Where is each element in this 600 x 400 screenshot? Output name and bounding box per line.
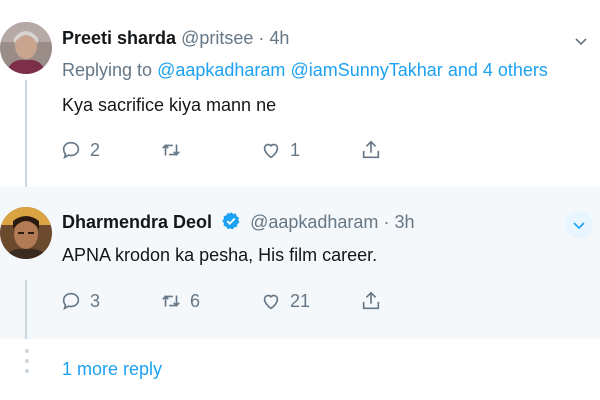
reply-count: 3 [90, 290, 101, 311]
reply-button[interactable]: 2 [60, 136, 100, 164]
thread-dots [16, 349, 38, 391]
mention-link[interactable]: @iamSunnyTakhar [290, 60, 442, 80]
tweet-header: Dharmendra Deol @aapkadharam · 3h [62, 211, 415, 233]
tweet-menu-button[interactable] [567, 27, 595, 55]
share-icon [362, 140, 380, 159]
avatar-dharmendra[interactable] [0, 207, 52, 259]
retweet-button[interactable]: 6 [160, 287, 200, 315]
share-button[interactable] [360, 136, 382, 164]
reply-icon [62, 141, 80, 159]
more-replies-row[interactable]: 1 more reply [0, 339, 600, 400]
thread-line [25, 80, 27, 187]
author-name[interactable]: Preeti sharda [62, 28, 176, 48]
thread-line [25, 280, 27, 339]
chevron-down-icon [573, 222, 585, 230]
mention-link[interactable]: @aapkadharam [157, 60, 285, 80]
author-handle[interactable]: @aapkadharam [250, 212, 378, 232]
retweet-button[interactable] [160, 136, 190, 164]
tweet-dharmendra[interactable]: Dharmendra Deol @aapkadharam · 3h APNA k… [0, 187, 600, 339]
reply-icon [62, 292, 80, 310]
tweet-header: Preeti sharda @pritsee · 4h [62, 28, 289, 49]
chevron-down-icon [575, 38, 587, 46]
tweet-menu-button[interactable] [565, 211, 593, 239]
like-icon [263, 143, 279, 159]
retweet-icon [162, 144, 180, 156]
tweet-text: Kya sacrifice kiya mann ne [62, 95, 277, 115]
timestamp[interactable]: 3h [394, 212, 414, 232]
tweet-preeti[interactable]: Preeti sharda @pritsee · 4h Replying to … [0, 0, 600, 187]
tweet-actions: 2 1 [60, 136, 390, 164]
others-link[interactable]: and 4 others [448, 60, 548, 80]
like-count: 1 [290, 139, 301, 160]
tweet-actions: 3 6 21 [60, 287, 390, 315]
retweet-count: 6 [190, 290, 201, 311]
reply-count: 2 [90, 139, 101, 160]
separator-dot: · [258, 28, 265, 48]
separator-dot: · [383, 212, 390, 232]
like-count: 21 [290, 290, 311, 311]
reply-button[interactable]: 3 [60, 287, 100, 315]
replying-prefix: Replying to [62, 60, 153, 80]
share-icon [362, 291, 380, 310]
verified-badge-icon [222, 212, 240, 230]
replying-to: Replying to @aapkadharam @iamSunnyTakhar… [62, 60, 548, 81]
author-handle[interactable]: @pritsee [181, 28, 253, 48]
like-icon [263, 294, 279, 310]
like-button[interactable]: 1 [260, 136, 300, 164]
author-name[interactable]: Dharmendra Deol [62, 212, 212, 232]
timestamp[interactable]: 4h [269, 28, 289, 48]
avatar-preeti[interactable] [0, 22, 52, 74]
retweet-icon [162, 295, 180, 307]
more-replies-link[interactable]: 1 more reply [62, 359, 162, 380]
share-button[interactable] [360, 287, 382, 315]
like-button[interactable]: 21 [260, 287, 310, 315]
tweet-text: APNA krodon ka pesha, His film career. [62, 245, 378, 265]
